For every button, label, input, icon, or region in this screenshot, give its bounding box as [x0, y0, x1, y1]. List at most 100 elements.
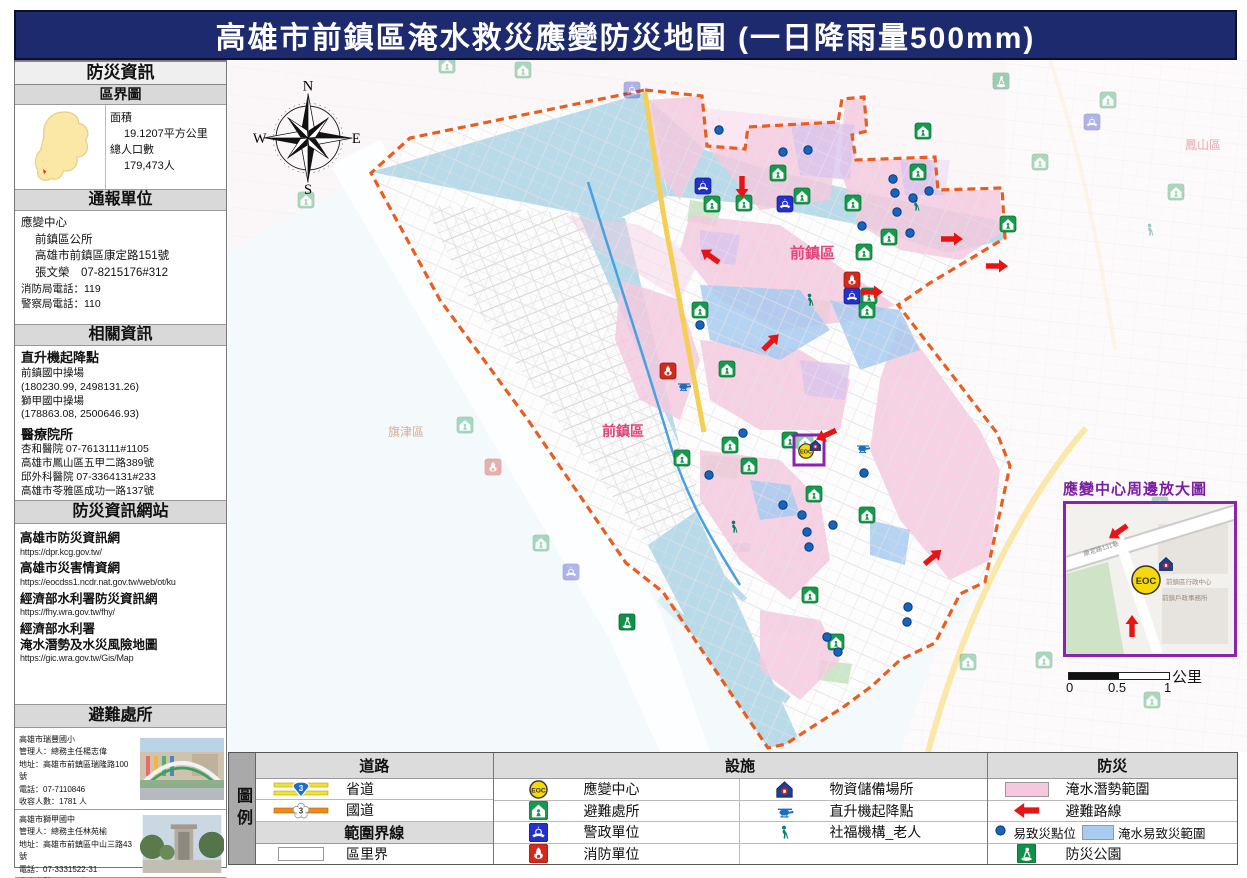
police-marker — [695, 178, 711, 194]
shelter-marker — [806, 486, 822, 502]
medical-line: 邱外科醫院 07-3364131#233 — [21, 471, 220, 485]
shelter-photo — [138, 810, 226, 877]
risk-point-marker — [834, 648, 842, 656]
flood-potential-label: 淹水潛勢範圍 — [1066, 779, 1150, 799]
police-marker — [777, 196, 793, 212]
provincial-road-icon: 3 — [256, 780, 346, 798]
risk-point-marker — [858, 222, 866, 230]
storage-label: 物資儲備場所 — [830, 779, 914, 799]
scale-tick: 0.5 — [1108, 680, 1126, 695]
population-label: 總人口數 — [110, 143, 222, 159]
police-marker — [624, 82, 640, 98]
shelter-address: 地址：高雄市前鎮區中山三路43號 — [19, 839, 135, 864]
report-line: 張文榮 07-8215176#312 — [21, 265, 220, 282]
shelter-marker — [859, 507, 875, 523]
eoc-label: 應變中心 — [584, 779, 640, 799]
risk-point-icon — [988, 823, 1014, 841]
disaster-park-icon-legend — [1017, 844, 1036, 863]
eoc-title: 應變中心 — [21, 215, 220, 232]
shelter-marker — [736, 195, 752, 211]
risk-point-marker — [860, 469, 868, 477]
risk-point-marker — [893, 208, 901, 216]
related-info-header: 相關資訊 — [15, 325, 226, 346]
shelter-card: 高雄市獅甲國中 管理人：總務主任林苑榆 地址：高雄市前鎮區中山三路43號 電話：… — [15, 810, 226, 878]
legend-row-fire: 消防單位 — [494, 844, 739, 865]
legend-row-flood-potential: 淹水潛勢範圍 — [988, 779, 1237, 801]
heliport-line: 獅甲國中操場 — [21, 395, 220, 409]
website-name: 高雄市防災資訊網 — [20, 531, 221, 547]
shelter-marker — [457, 417, 473, 433]
risk-point-marker — [803, 528, 811, 536]
roads-header: 道路 — [256, 753, 493, 779]
scale-bar-graphic — [1068, 672, 1170, 680]
website-name: 經濟部水利署防災資訊網 — [20, 592, 221, 608]
risk-point-marker — [739, 429, 747, 437]
svg-text:3: 3 — [299, 807, 304, 816]
website-url: https://dpr.kcg.gov.tw/ — [20, 547, 221, 559]
provincial-road-label: 省道 — [346, 779, 374, 799]
legend-row-police: 警政單位 — [494, 822, 739, 843]
shelter-marker — [915, 123, 931, 139]
shelter-photo-1 — [140, 738, 224, 800]
risk-point-marker — [891, 189, 899, 197]
shelter-photo — [138, 728, 226, 809]
risk-point-marker — [903, 618, 911, 626]
inset-map-graphic: 康定路131巷 EOC 前鎮區行政中心 前鎮戶政事務所 — [1066, 504, 1234, 654]
police-marker — [844, 288, 860, 304]
medical-line: 高雄市苓雅區成功一路137號 — [21, 485, 220, 499]
risk-point-marker — [906, 229, 914, 237]
heliport-title: 直升機起降點 — [21, 350, 99, 365]
flood-risk-area-label: 淹水易致災範圍 — [1118, 823, 1206, 842]
district-shape-thumbnail — [15, 105, 106, 189]
risk-point-marker — [889, 175, 897, 183]
shelter-marker — [845, 195, 861, 211]
shelter-marker — [881, 229, 897, 245]
legend: 圖例 道路 3 省道 — [228, 752, 1238, 865]
risk-point-marker — [779, 501, 787, 509]
shelter-marker — [298, 192, 314, 208]
page-title-text: 高雄市前鎮區淹水救災應變防災地圖 (一日降雨量500mm) — [216, 13, 1036, 57]
national-road-icon: 3 — [256, 801, 346, 819]
risk-point-marker — [779, 148, 787, 156]
medical-title: 醫療院所 — [21, 426, 220, 443]
shelter-marker — [515, 62, 531, 78]
heliport-line: (180230.99, 2498131.26) — [21, 381, 220, 395]
fire-legend-icon — [529, 844, 548, 863]
scale-tick: 0 — [1066, 680, 1073, 695]
legend-row-park: 防災公園 — [988, 844, 1237, 865]
risk-point-label: 易致災點位 — [1014, 823, 1077, 842]
shelter-manager: 管理人：總務主任林苑榆 — [19, 826, 135, 838]
heliport-line: 前鎮國中操場 — [21, 367, 220, 381]
shelter-address: 地址：高雄市前鎮區瑞隆路100號 — [19, 759, 135, 784]
legend-row-storage: 物資儲備場所 — [739, 779, 989, 800]
police-label: 警政單位 — [584, 822, 640, 842]
shelter-card: 高雄市瑞豐國小 管理人：總務主任楊志偉 地址：高雄市前鎮區瑞隆路100號 電話：… — [15, 728, 226, 810]
sidebar-header: 防災資訊 — [15, 61, 226, 85]
fire-label: 消防單位 — [584, 844, 640, 864]
district-name-label: 旗津區 — [388, 424, 424, 439]
related-info: 直升機起降點 前鎮國中操場 (180230.99, 2498131.26) 獅甲… — [15, 346, 226, 501]
report-units-header: 通報單位 — [15, 190, 226, 211]
shelter-marker — [770, 165, 786, 181]
risk-point-marker — [798, 511, 806, 519]
legend-row-provincial: 3 省道 — [256, 779, 493, 800]
area-label: 面積 — [110, 111, 222, 127]
heliport-legend-icon — [774, 801, 796, 820]
website-url: https://fhy.wra.gov.tw/fhy/ — [20, 607, 221, 619]
shelter-marker — [741, 458, 757, 474]
shelter-marker — [910, 164, 926, 180]
shelter-marker — [533, 535, 549, 551]
inset-eoc-label: EOC — [1136, 576, 1157, 587]
evacuation-route-label: 避難路線 — [1066, 801, 1122, 821]
shelter-details: 高雄市獅甲國中 管理人：總務主任林苑榆 地址：高雄市前鎮區中山三路43號 電話：… — [15, 810, 138, 877]
inset-title: 應變中心周邊放大圖 — [1063, 478, 1239, 499]
district-name-label: 鳳山區 — [1185, 138, 1221, 152]
welfare-legend-icon — [776, 823, 793, 842]
storage-legend-icon — [775, 780, 794, 799]
legend-row-district-boundary: 區里界 — [256, 844, 493, 864]
area-value: 19.1207平方公里 — [110, 127, 222, 143]
fire-marker — [844, 272, 860, 288]
legend-row-risk: 易致災點位 淹水易致災範圍 — [988, 822, 1237, 844]
shelter-capacity: 收容人數：1781 人 — [19, 796, 135, 808]
report-units: 應變中心 前鎮區公所 高雄市前鎮區康定路151號 張文榮 07-8215176#… — [15, 211, 226, 325]
